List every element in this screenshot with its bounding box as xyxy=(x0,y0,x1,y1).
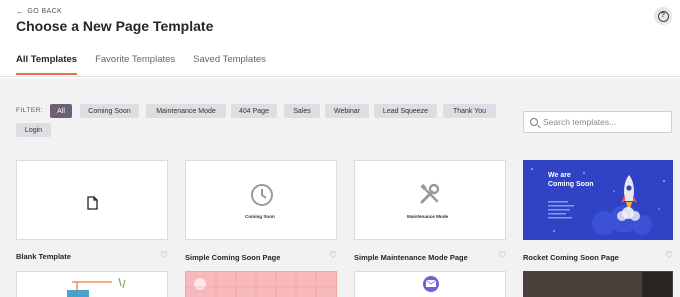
filter-chip-webinar[interactable]: Webinar xyxy=(325,104,369,118)
template-card-row2-2[interactable] xyxy=(185,271,337,297)
thumb-title: Coming Soon xyxy=(245,214,275,219)
envelope-icon xyxy=(423,276,439,292)
favorite-heart-icon[interactable]: ♡ xyxy=(498,250,506,261)
filter-chip-coming-soon[interactable]: Coming Soon xyxy=(80,104,139,118)
go-back-label: GO BACK xyxy=(27,8,63,15)
template-card-rocket-coming-soon[interactable]: We are Coming Soon xyxy=(523,160,673,240)
filter-chip-maintenance-mode[interactable]: Maintenance Mode xyxy=(146,104,226,118)
tab-saved-templates[interactable]: Saved Templates xyxy=(193,54,266,75)
clock-icon xyxy=(251,184,273,206)
help-button[interactable]: ? xyxy=(654,7,672,25)
question-icon: ? xyxy=(657,10,669,22)
arrow-left-icon: ← xyxy=(16,7,25,16)
thumb-title: We are Coming Soon xyxy=(548,172,594,188)
header: ← GO BACK Choose a New Page Template ? A… xyxy=(0,0,680,77)
tab-favorite-templates[interactable]: Favorite Templates xyxy=(95,54,175,75)
search-input[interactable]: Search templates... xyxy=(543,117,616,127)
page-title: Choose a New Page Template xyxy=(16,18,214,34)
template-tabs: All Templates Favorite Templates Saved T… xyxy=(16,54,284,75)
search-icon xyxy=(530,118,538,126)
template-card-row2-3[interactable] xyxy=(354,271,506,297)
template-card-simple-coming-soon[interactable]: Coming Soon xyxy=(185,160,337,240)
pattern-thumbnail xyxy=(186,272,336,297)
illustration-thumbnail xyxy=(67,277,126,297)
template-card-row2-4[interactable] xyxy=(523,271,673,297)
template-label-simple-coming-soon: Simple Coming Soon Page xyxy=(185,253,281,262)
tools-icon xyxy=(420,183,440,204)
file-icon xyxy=(87,196,98,210)
filter-chip-login[interactable]: Login xyxy=(16,123,51,137)
search-box[interactable]: Search templates... xyxy=(523,111,672,133)
template-gallery: FILTER: All Coming Soon Maintenance Mode… xyxy=(0,78,680,297)
filter-label: FILTER: xyxy=(16,107,44,114)
template-label-simple-maintenance: Simple Maintenance Mode Page xyxy=(354,253,468,262)
filter-chip-thank-you[interactable]: Thank You xyxy=(443,104,496,118)
template-label-blank: Blank Template xyxy=(16,252,71,261)
rocket-illustration xyxy=(531,168,665,235)
favorite-heart-icon[interactable]: ♡ xyxy=(665,250,673,261)
template-card-simple-maintenance[interactable]: Maintenance Mode xyxy=(354,160,506,240)
filter-chip-404-page[interactable]: 404 Page xyxy=(231,104,277,118)
template-label-rocket-coming-soon: Rocket Coming Soon Page xyxy=(523,253,619,262)
filter-chip-lead-squeeze[interactable]: Lead Squeeze xyxy=(374,104,437,118)
photo-thumbnail xyxy=(642,272,672,297)
template-card-blank[interactable] xyxy=(16,160,168,240)
tab-all-templates[interactable]: All Templates xyxy=(16,54,78,75)
filter-chip-all[interactable]: All xyxy=(50,104,72,118)
favorite-heart-icon[interactable]: ♡ xyxy=(329,250,337,261)
favorite-heart-icon[interactable]: ♡ xyxy=(160,250,168,261)
thumb-title: Maintenance Mode xyxy=(407,214,449,219)
filter-chip-sales[interactable]: Sales xyxy=(284,104,320,118)
go-back-link[interactable]: ← GO BACK xyxy=(16,7,62,16)
template-card-row2-1[interactable] xyxy=(16,271,168,297)
